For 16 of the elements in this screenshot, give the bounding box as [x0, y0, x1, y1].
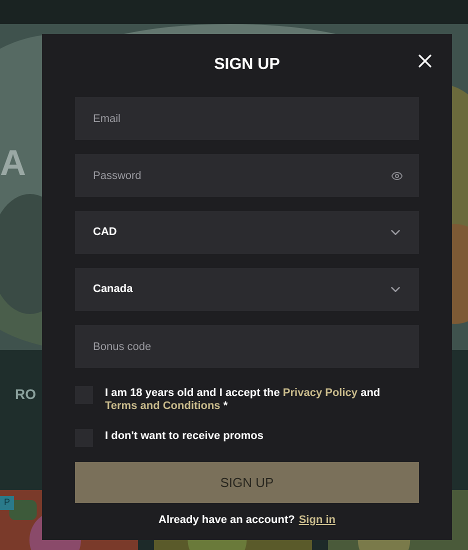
input-field[interactable]: Email [75, 97, 419, 140]
password-field[interactable]: Password [75, 154, 419, 197]
sign-in-link[interactable]: Sign in [298, 512, 336, 528]
section-title: RO [15, 384, 36, 404]
input-field[interactable]: Bonus code [75, 325, 419, 368]
link[interactable]: Terms and Conditions [105, 400, 220, 412]
hero-heading: A [0, 141, 26, 185]
checkbox-label: I don't want to receive promos [105, 430, 264, 443]
tile-badge: P [0, 496, 14, 510]
select-field[interactable]: CAD [75, 211, 419, 254]
link[interactable]: Privacy Policy [282, 387, 358, 399]
footer-text: Already have an account? [158, 513, 295, 528]
eye-icon[interactable] [391, 170, 403, 182]
select-field[interactable]: Canada [75, 268, 419, 311]
checkbox-label: I am 18 years old and I accept the Privacy Policy and Terms and Conditions * [105, 387, 382, 413]
dialog-title: SIGN UP [214, 55, 280, 75]
